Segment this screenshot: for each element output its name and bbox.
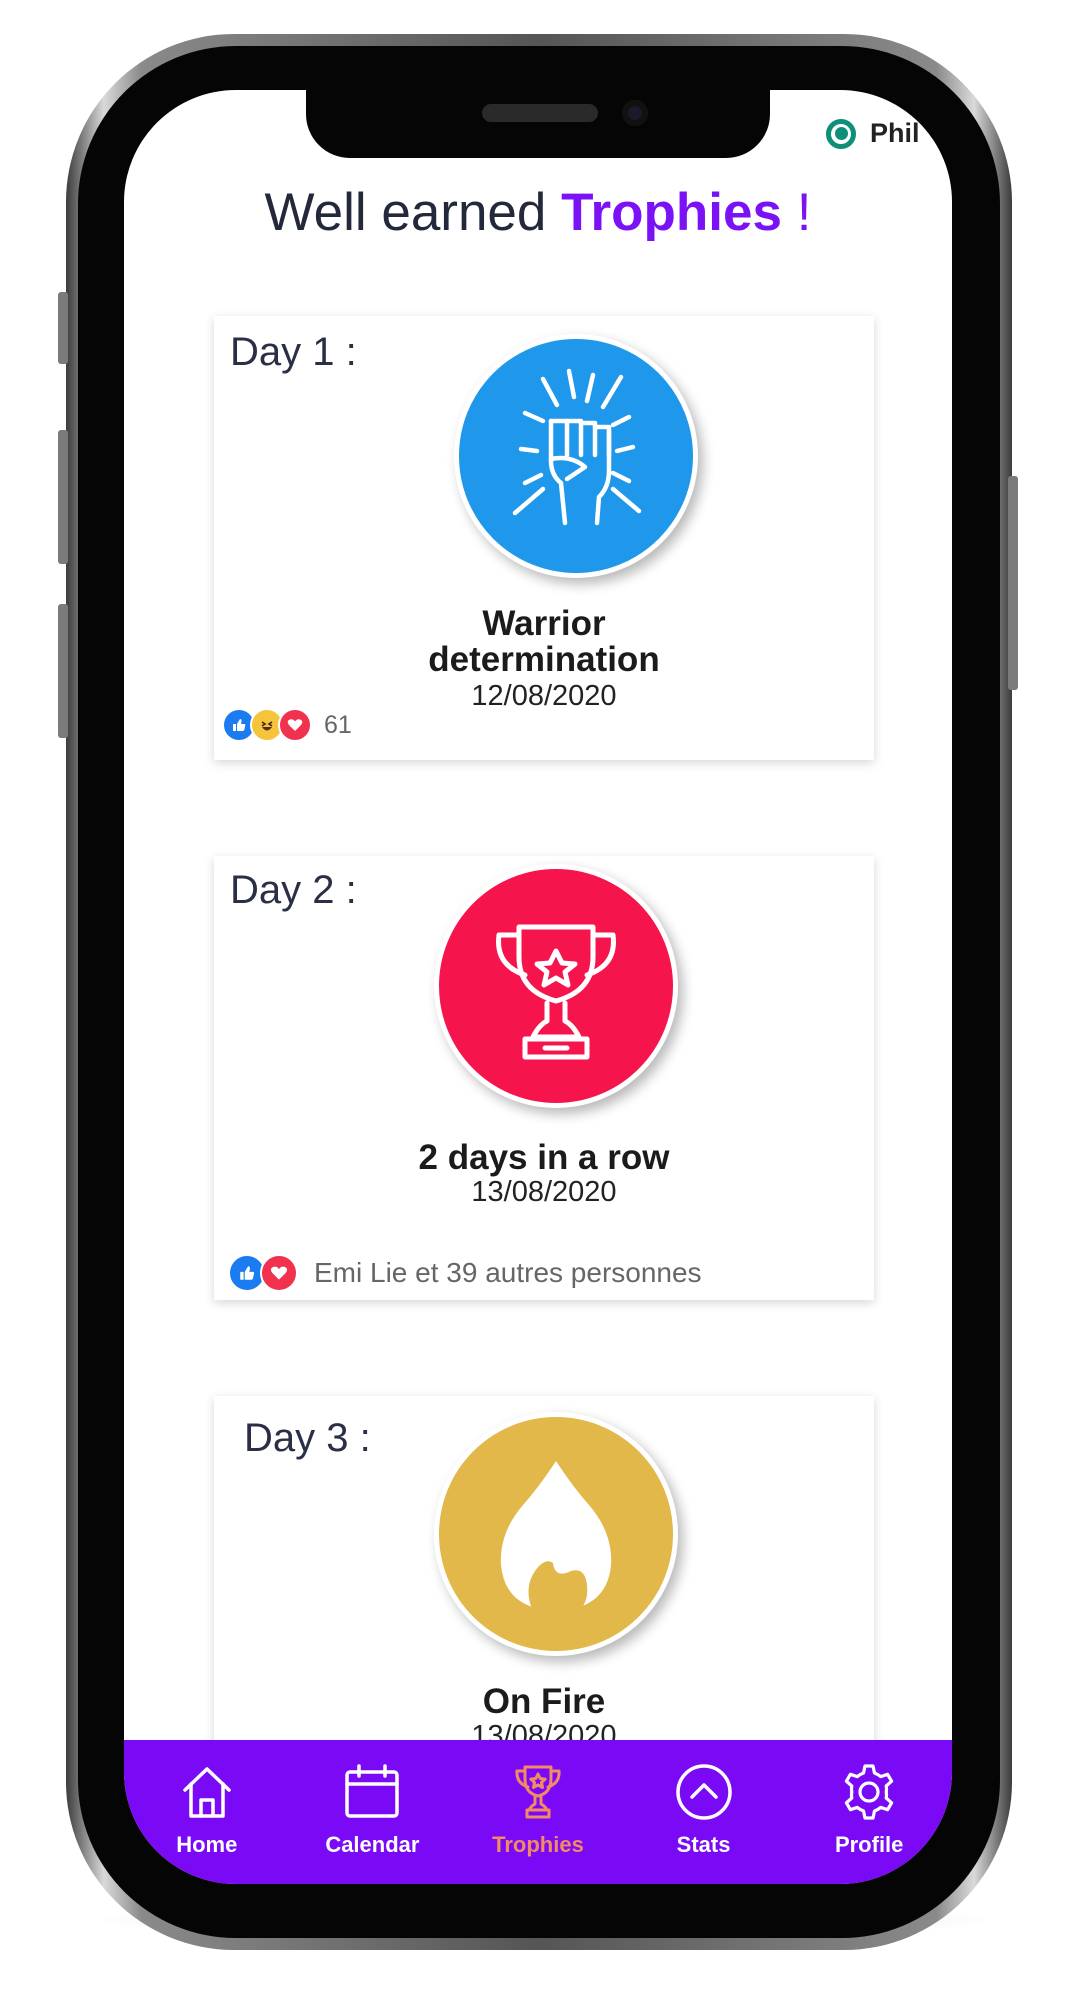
user-status[interactable]: Phil [826, 118, 920, 149]
notch [306, 90, 770, 158]
reactions-bar[interactable]: Emi Lie et 39 autres personnes [228, 1254, 702, 1292]
trophy-name: Warrior determination [214, 606, 874, 678]
love-reaction-icon [260, 1254, 298, 1292]
calendar-icon [345, 1764, 400, 1818]
reaction-summary: Emi Lie et 39 autres personnes [314, 1257, 702, 1288]
flame-icon [500, 1461, 612, 1611]
day-label: Day 1 : [230, 330, 357, 374]
tab-label: Trophies [492, 1832, 584, 1857]
front-camera [622, 100, 648, 126]
trophy-star-icon [496, 924, 616, 1060]
tab-calendar[interactable]: Calendar [290, 1740, 456, 1884]
tab-label: Calendar [325, 1832, 420, 1857]
page-title: Well earned Trophies ! [124, 182, 952, 243]
tab-trophies[interactable]: Trophies [455, 1740, 621, 1884]
reaction-count: 61 [324, 710, 352, 739]
volume-up-button [58, 430, 68, 564]
trophy-badge [454, 334, 698, 578]
trophy-badge [434, 1412, 678, 1656]
trophy-icon [515, 1765, 561, 1819]
trophy-card[interactable]: Day 3 : On Fire 13/08/2020 [214, 1396, 874, 1776]
gear-icon [844, 1764, 894, 1820]
user-name: Phil [870, 118, 920, 148]
tab-profile[interactable]: Profile [786, 1740, 952, 1884]
trophy-name: 2 days in a row [418, 1138, 670, 1177]
volume-down-button [58, 604, 68, 738]
page-title-suffix: ! [782, 183, 812, 242]
app-screen: Phil Well earned Trophies ! Day 1 : Warr… [124, 90, 952, 1884]
trophy-card[interactable]: Day 2 : 2 days in a row 13/08/2020 Emi L… [214, 856, 874, 1300]
reactions-bar[interactable]: 61 [222, 708, 352, 742]
trophy-name-line2: determination [428, 640, 660, 679]
page-title-prefix: Well earned [264, 183, 562, 242]
tab-label: Home [176, 1832, 238, 1857]
trophy-card[interactable]: Day 1 : Warrior determination 12/08/2020 [214, 316, 874, 760]
trophy-name-line1: Warrior [482, 604, 606, 643]
mute-switch [58, 292, 68, 364]
tab-stats[interactable]: Stats [621, 1740, 787, 1884]
trophy-date: 13/08/2020 [471, 1176, 617, 1208]
raised-fist-icon [512, 368, 642, 526]
day-label: Day 2 : [230, 868, 357, 912]
trophy-name: On Fire [482, 1682, 606, 1721]
online-status-icon [826, 118, 856, 149]
trophy-badge [434, 864, 678, 1108]
speaker [482, 104, 598, 122]
power-button [1008, 476, 1018, 690]
tab-label: Stats [676, 1832, 731, 1857]
page-title-accent: Trophies [561, 183, 782, 242]
tab-bar: Home Calendar Trophies Stats Profile [124, 1740, 952, 1884]
love-reaction-icon [278, 708, 312, 742]
tab-home[interactable]: Home [124, 1740, 290, 1884]
tab-label: Profile [834, 1832, 904, 1857]
day-label: Day 3 : [244, 1416, 371, 1460]
home-icon [183, 1767, 231, 1818]
chevron-up-circle-icon [675, 1764, 732, 1820]
